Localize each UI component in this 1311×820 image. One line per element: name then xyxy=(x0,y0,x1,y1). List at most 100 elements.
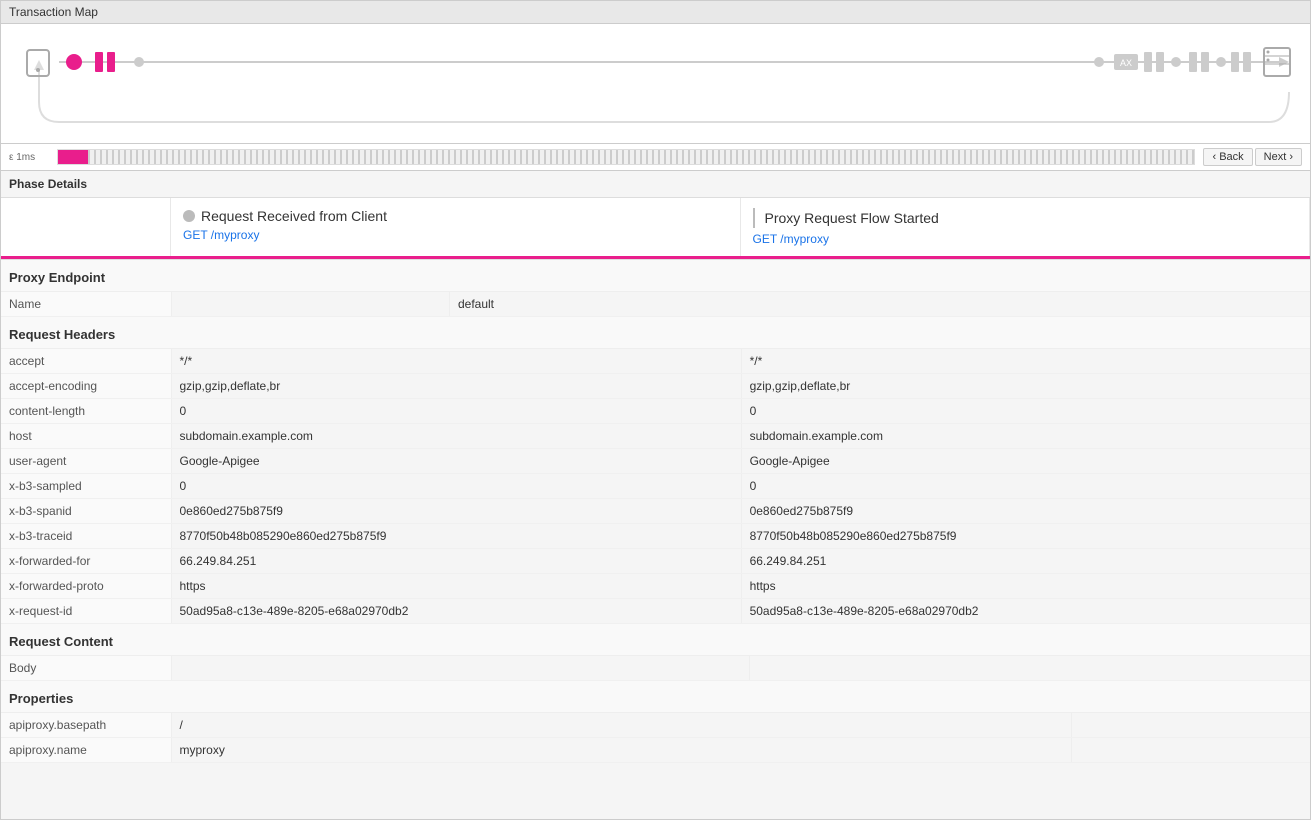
rh-col1-0: */* xyxy=(171,349,741,374)
request-content-body-col1 xyxy=(171,656,749,681)
timeline-controls: ‹ Back Next › xyxy=(1203,148,1302,166)
rh-col2-8: 66.249.84.251 xyxy=(741,549,1310,574)
request-headers-table: accept */* */* accept-encoding gzip,gzip… xyxy=(1,349,1310,624)
rh-col1-6: 0e860ed275b875f9 xyxy=(171,499,741,524)
rh-name-8: x-forwarded-for xyxy=(1,549,171,574)
request-header-row-7: x-b3-traceid 8770f50b48b085290e860ed275b… xyxy=(1,524,1310,549)
rh-name-6: x-b3-spanid xyxy=(1,499,171,524)
prop-col2-0 xyxy=(1072,713,1310,738)
phase-col-0: Request Received from Client GET /myprox… xyxy=(171,198,741,256)
phase-col-1-method: GET /myproxy xyxy=(753,232,1298,246)
rh-col1-3: subdomain.example.com xyxy=(171,424,741,449)
phase-col-0-get: GET xyxy=(183,228,207,242)
request-content-body-row: Body xyxy=(1,656,1310,681)
proxy-endpoint-section-header: Proxy Endpoint xyxy=(1,260,1310,292)
scrollable-content[interactable]: Proxy Endpoint Name default Reque xyxy=(1,259,1310,819)
proxy-endpoint-name-col1 xyxy=(171,292,449,317)
proxy-endpoint-table: Name default xyxy=(1,292,1310,317)
phase-col-empty xyxy=(1,198,171,256)
request-content-table: Body xyxy=(1,656,1310,681)
rh-col1-7: 8770f50b48b085290e860ed275b875f9 xyxy=(171,524,741,549)
rh-col2-2: 0 xyxy=(741,399,1310,424)
rh-col2-7: 8770f50b48b085290e860ed275b875f9 xyxy=(741,524,1310,549)
phase-col-0-title: Request Received from Client xyxy=(183,208,728,224)
timeline-bar xyxy=(57,149,1195,165)
rh-col2-3: subdomain.example.com xyxy=(741,424,1310,449)
rh-col1-10: 50ad95a8-c13e-489e-8205-e68a02970db2 xyxy=(171,599,741,624)
property-row-0: apiproxy.basepath / xyxy=(1,713,1310,738)
timeline-bar-gray xyxy=(88,150,1194,164)
phase-col-1-get: GET xyxy=(753,232,777,246)
rh-col2-9: https xyxy=(741,574,1310,599)
rh-name-9: x-forwarded-proto xyxy=(1,574,171,599)
prop-name-0: apiproxy.basepath xyxy=(1,713,171,738)
rh-col2-6: 0e860ed275b875f9 xyxy=(741,499,1310,524)
request-header-row-0: accept */* */* xyxy=(1,349,1310,374)
request-header-row-5: x-b3-sampled 0 0 xyxy=(1,474,1310,499)
timeline-bar-pink xyxy=(58,150,88,164)
property-row-1: apiproxy.name myproxy xyxy=(1,738,1310,763)
rh-name-3: host xyxy=(1,424,171,449)
properties-table: apiproxy.basepath / apiproxy.name myprox… xyxy=(1,713,1310,763)
prop-col1-0: / xyxy=(171,713,1072,738)
rh-name-7: x-b3-traceid xyxy=(1,524,171,549)
proxy-endpoint-name-col2: default xyxy=(449,292,1310,317)
request-headers-title: Request Headers xyxy=(9,327,115,342)
phase-col-1-label: Proxy Request Flow Started xyxy=(765,210,939,226)
request-header-row-6: x-b3-spanid 0e860ed275b875f9 0e860ed275b… xyxy=(1,499,1310,524)
timeline-label: ε 1ms xyxy=(9,152,49,163)
request-content-body-label: Body xyxy=(1,656,171,681)
prop-col2-1 xyxy=(1072,738,1310,763)
rh-name-2: content-length xyxy=(1,399,171,424)
phase-col-1-path: /myproxy xyxy=(780,232,829,246)
rh-col2-5: 0 xyxy=(741,474,1310,499)
proxy-endpoint-title: Proxy Endpoint xyxy=(9,270,105,285)
back-button[interactable]: ‹ Back xyxy=(1203,148,1252,166)
rh-name-5: x-b3-sampled xyxy=(1,474,171,499)
phase-col-0-label: Request Received from Client xyxy=(201,208,387,224)
prop-name-1: apiproxy.name xyxy=(1,738,171,763)
svg-text:AX: AX xyxy=(1120,58,1132,68)
rh-col2-10: 50ad95a8-c13e-489e-8205-e68a02970db2 xyxy=(741,599,1310,624)
request-header-row-9: x-forwarded-proto https https xyxy=(1,574,1310,599)
prop-col1-1: myproxy xyxy=(171,738,1072,763)
request-header-row-10: x-request-id 50ad95a8-c13e-489e-8205-e68… xyxy=(1,599,1310,624)
rh-name-10: x-request-id xyxy=(1,599,171,624)
phase-details-title: Phase Details xyxy=(9,177,87,191)
rh-col2-1: gzip,gzip,deflate,br xyxy=(741,374,1310,399)
request-content-body-col2 xyxy=(749,656,1310,681)
transaction-map-body: AX xyxy=(1,24,1310,144)
rh-col1-1: gzip,gzip,deflate,br xyxy=(171,374,741,399)
next-button[interactable]: Next › xyxy=(1255,148,1302,166)
phase-col-0-method: GET /myproxy xyxy=(183,228,728,242)
flow-diagram-svg: AX xyxy=(9,32,1304,142)
rh-name-0: accept xyxy=(1,349,171,374)
transaction-map-title: Transaction Map xyxy=(9,5,98,19)
phase-col-1-title: Proxy Request Flow Started xyxy=(753,208,1298,228)
request-header-row-4: user-agent Google-Apigee Google-Apigee xyxy=(1,449,1310,474)
rh-col1-9: https xyxy=(171,574,741,599)
proxy-endpoint-name-label: Name xyxy=(1,292,171,317)
properties-title: Properties xyxy=(9,691,73,706)
properties-section-header: Properties xyxy=(1,681,1310,713)
request-content-title: Request Content xyxy=(9,634,113,649)
phase-dot-line-1 xyxy=(753,208,759,228)
phase-col-1: Proxy Request Flow Started GET /myproxy xyxy=(741,198,1311,256)
rh-col1-2: 0 xyxy=(171,399,741,424)
request-header-row-8: x-forwarded-for 66.249.84.251 66.249.84.… xyxy=(1,549,1310,574)
rh-col2-0: */* xyxy=(741,349,1310,374)
rh-col2-4: Google-Apigee xyxy=(741,449,1310,474)
app-container: Transaction Map xyxy=(0,0,1311,820)
transaction-map-header: Transaction Map xyxy=(1,1,1310,24)
rh-col1-4: Google-Apigee xyxy=(171,449,741,474)
request-content-section-header: Request Content xyxy=(1,624,1310,656)
phase-dot-0 xyxy=(183,210,195,222)
phase-columns: Request Received from Client GET /myprox… xyxy=(1,198,1310,259)
request-header-row-3: host subdomain.example.com subdomain.exa… xyxy=(1,424,1310,449)
request-header-row-1: accept-encoding gzip,gzip,deflate,br gzi… xyxy=(1,374,1310,399)
rh-col1-5: 0 xyxy=(171,474,741,499)
request-header-row-2: content-length 0 0 xyxy=(1,399,1310,424)
request-headers-section-header: Request Headers xyxy=(1,317,1310,349)
timeline-section: ε 1ms ‹ Back Next › xyxy=(1,144,1310,171)
phase-details-header: Phase Details xyxy=(1,171,1310,198)
